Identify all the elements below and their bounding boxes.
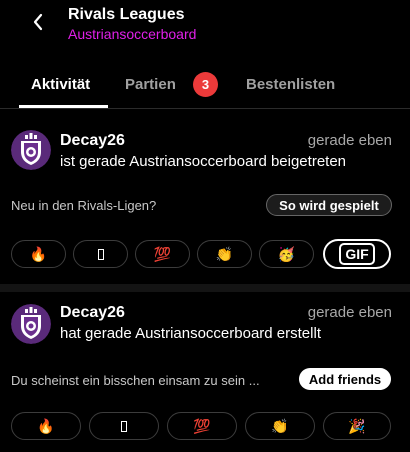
activity-message: hat gerade Austriansoccerboard erstellt [60, 325, 321, 342]
reaction-party-popper-button[interactable]: 🎉 [323, 412, 391, 440]
tab-aktivitaet[interactable]: Aktivität [31, 76, 90, 93]
hundred-icon: 💯 [193, 417, 211, 434]
active-tab-indicator [19, 105, 108, 108]
reaction-clap-button[interactable]: 👏 [245, 412, 315, 440]
activity-message: ist gerade Austriansoccerboard beigetret… [60, 153, 347, 170]
party-popper-icon: 🎉 [348, 417, 366, 434]
gif-button[interactable]: GIF [323, 239, 391, 269]
add-friends-button[interactable]: Add friends [299, 368, 391, 390]
fire-icon: 🔥 [37, 417, 55, 434]
party-face-icon: 🥳 [277, 245, 296, 262]
header: Rivals Leagues Austriansoccerboard [0, 0, 410, 52]
timestamp: gerade eben [307, 132, 392, 149]
reaction-hundred-button[interactable]: 💯 [167, 412, 237, 440]
club-crest-icon [11, 304, 51, 344]
username[interactable]: Decay26 [60, 132, 125, 150]
hint-text: Neu in den Rivals-Ligen? [11, 198, 157, 213]
clap-icon: 👏 [215, 245, 234, 262]
clap-icon: 👏 [271, 417, 289, 434]
timestamp: gerade eben [307, 304, 392, 321]
how-to-play-button[interactable]: So wird gespielt [266, 194, 392, 216]
reaction-box-button[interactable] [89, 412, 159, 440]
hint-text: Du scheinst ein bisschen einsam zu sein … [11, 373, 260, 388]
hundred-icon: 💯 [153, 245, 172, 262]
tab-bestenlisten[interactable]: Bestenlisten [246, 76, 335, 93]
avatar[interactable] [11, 130, 51, 170]
username[interactable]: Decay26 [60, 304, 125, 322]
tab-partien[interactable]: Partien [125, 76, 176, 93]
reaction-fire-button[interactable]: 🔥 [11, 240, 66, 268]
back-button[interactable] [28, 10, 48, 34]
activity-card: Decay26 gerade eben ist gerade Austrians… [0, 120, 410, 284]
reaction-fire-button[interactable]: 🔥 [11, 412, 81, 440]
partien-count-badge: 3 [193, 72, 218, 97]
page-subtitle[interactable]: Austriansoccerboard [68, 26, 196, 42]
gif-label: GIF [339, 243, 375, 265]
avatar[interactable] [11, 304, 51, 344]
missing-glyph-icon [97, 248, 104, 260]
reaction-party-face-button[interactable]: 🥳 [259, 240, 314, 268]
chevron-left-icon [33, 13, 43, 31]
page-title: Rivals Leagues [68, 6, 185, 23]
club-crest-icon [11, 130, 51, 170]
fire-icon: 🔥 [29, 245, 48, 262]
activity-card: Decay26 gerade eben hat gerade Austrians… [0, 292, 410, 452]
reaction-hundred-button[interactable]: 💯 [135, 240, 190, 268]
missing-glyph-icon [121, 420, 127, 432]
reaction-clap-button[interactable]: 👏 [197, 240, 252, 268]
reaction-box-button[interactable] [73, 240, 128, 268]
feed-divider [0, 284, 410, 292]
